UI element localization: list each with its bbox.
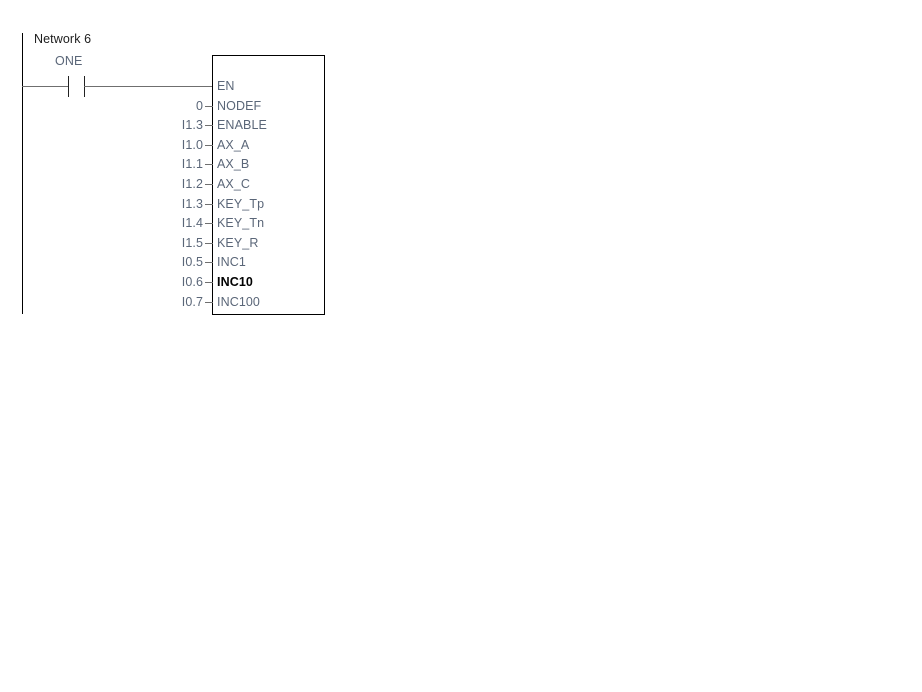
param-name-ax_b[interactable]: AX_B xyxy=(217,157,249,171)
operand-value-inc1[interactable]: I0.5 xyxy=(182,255,203,269)
param-name-enable[interactable]: ENABLE xyxy=(217,118,267,132)
contact-bar-left-icon[interactable] xyxy=(68,76,69,97)
operand-connector-inc10 xyxy=(205,282,213,283)
operand-connector-key_tn xyxy=(205,223,213,224)
contact-label-one: ONE xyxy=(55,54,83,68)
operand-connector-ax_b xyxy=(205,164,213,165)
operand-connector-inc100 xyxy=(205,302,213,303)
operand-connector-ax_a xyxy=(205,145,213,146)
operand-value-key_tn[interactable]: I1.4 xyxy=(182,216,203,230)
operand-value-key_r[interactable]: I1.5 xyxy=(182,236,203,250)
param-name-nodef[interactable]: NODEF xyxy=(217,99,261,113)
operand-value-key_tp[interactable]: I1.3 xyxy=(182,197,203,211)
operand-value-ax_a[interactable]: I1.0 xyxy=(182,138,203,152)
operand-value-ax_b[interactable]: I1.1 xyxy=(182,157,203,171)
operand-connector-key_r xyxy=(205,243,213,244)
param-name-key_tp[interactable]: KEY_Tp xyxy=(217,197,264,211)
operand-connector-enable xyxy=(205,125,213,126)
operand-connector-inc1 xyxy=(205,262,213,263)
param-name-en[interactable]: EN xyxy=(217,79,235,93)
param-name-ax_a[interactable]: AX_A xyxy=(217,138,249,152)
operand-value-nodef[interactable]: 0 xyxy=(196,99,203,113)
ladder-diagram-canvas: Network 6 ONE EN NODEF 0 ENABLE I1.3 AX_A I1.0… xyxy=(0,0,922,692)
param-name-inc1[interactable]: INC1 xyxy=(217,255,246,269)
param-name-inc100[interactable]: INC100 xyxy=(217,295,260,309)
left-power-rail xyxy=(22,33,23,314)
rung-wire-right xyxy=(84,86,213,87)
operand-connector-key_tp xyxy=(205,204,213,205)
operand-value-inc10[interactable]: I0.6 xyxy=(182,275,203,289)
operand-connector-nodef xyxy=(205,106,213,107)
param-name-ax_c[interactable]: AX_C xyxy=(217,177,250,191)
operand-value-enable[interactable]: I1.3 xyxy=(182,118,203,132)
operand-value-ax_c[interactable]: I1.2 xyxy=(182,177,203,191)
operand-value-inc100[interactable]: I0.7 xyxy=(182,295,203,309)
network-title: Network 6 xyxy=(34,32,92,46)
rung-wire-left xyxy=(22,86,69,87)
param-name-key_r[interactable]: KEY_R xyxy=(217,236,259,250)
param-name-key_tn[interactable]: KEY_Tn xyxy=(217,216,264,230)
operand-connector-ax_c xyxy=(205,184,213,185)
param-name-inc10[interactable]: INC10 xyxy=(217,275,253,289)
